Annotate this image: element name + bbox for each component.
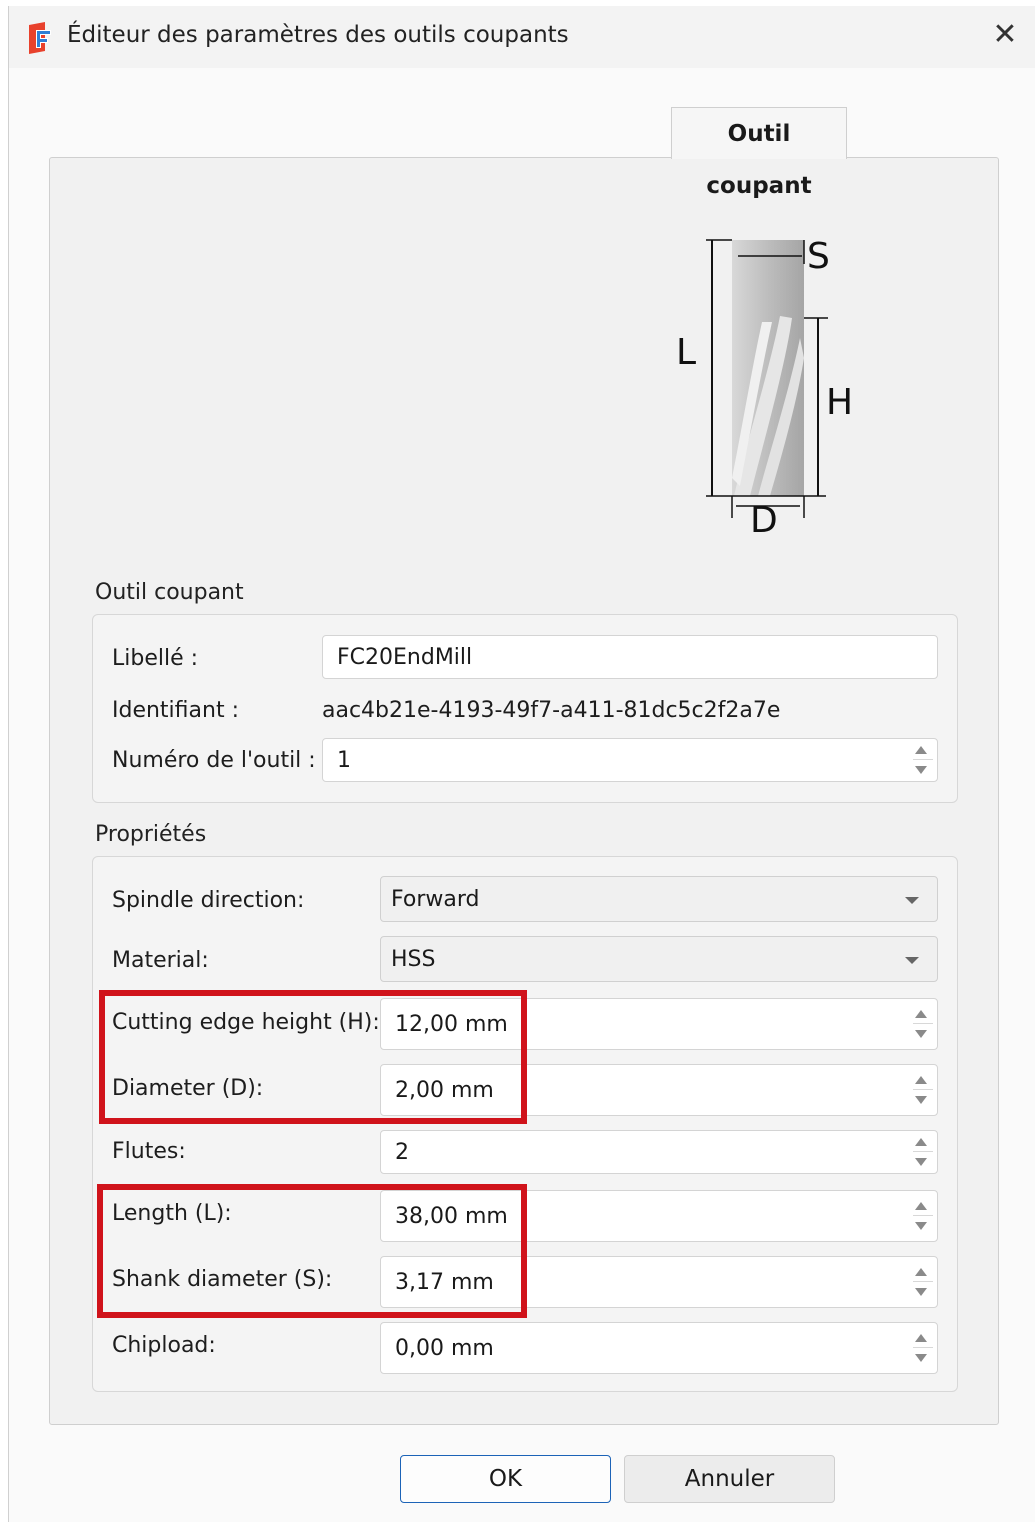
tool-group-title: Outil coupant [95, 580, 244, 605]
material-label: Material: [112, 948, 209, 973]
material-value: HSS [391, 947, 436, 972]
flutes-spinner[interactable] [913, 1135, 933, 1169]
chevron-down-icon [905, 897, 919, 904]
properties-group-title: Propriétés [95, 822, 207, 847]
cutting-edge-height-spinner[interactable] [913, 1007, 933, 1041]
end-mill-diagram: S L H D [676, 236, 853, 538]
length-input[interactable]: 38,00 mm [380, 1190, 938, 1242]
tool-number-value: 1 [337, 748, 351, 773]
length-spinner[interactable] [913, 1199, 933, 1233]
cutting-edge-height-value: 12,00 mm [395, 1012, 508, 1037]
diagram-label-s: S [807, 236, 830, 277]
diagram-label-l: L [676, 332, 696, 373]
material-select[interactable]: HSS [380, 936, 938, 982]
name-input[interactable]: FC20EndMill [322, 635, 938, 679]
tool-number-spinner[interactable] [913, 743, 933, 777]
length-value: 38,00 mm [395, 1204, 508, 1229]
id-value: aac4b21e-4193-49f7-a411-81dc5c2f2a7e [322, 698, 781, 723]
close-icon[interactable]: ✕ [988, 18, 1022, 52]
flutes-value: 2 [395, 1140, 409, 1165]
window-title: Éditeur des paramètres des outils coupan… [67, 22, 569, 48]
cancel-button[interactable]: Annuler [624, 1455, 835, 1503]
diameter-spinner[interactable] [913, 1073, 933, 1107]
diameter-value: 2,00 mm [395, 1078, 494, 1103]
shank-diameter-input[interactable]: 3,17 mm [380, 1256, 938, 1308]
dialog-window: Éditeur des paramètres des outils coupan… [8, 6, 1035, 1522]
shank-diameter-label: Shank diameter (S): [112, 1267, 333, 1292]
name-label: Libellé : [112, 646, 199, 671]
chipload-spinner[interactable] [913, 1331, 933, 1365]
flutes-label: Flutes: [112, 1139, 186, 1164]
chipload-label: Chipload: [112, 1333, 216, 1358]
chipload-value: 0,00 mm [395, 1336, 494, 1361]
shank-diameter-spinner[interactable] [913, 1265, 933, 1299]
tab-outil-coupant[interactable]: Outil coupant [671, 107, 847, 199]
spindle-direction-select[interactable]: Forward [380, 876, 938, 922]
flutes-input[interactable]: 2 [380, 1130, 938, 1174]
diagram-label-h: H [826, 382, 853, 423]
ok-button[interactable]: OK [400, 1455, 611, 1503]
diameter-input[interactable]: 2,00 mm [380, 1064, 938, 1116]
id-label: Identifiant : [112, 698, 239, 723]
cutting-edge-height-label: Cutting edge height (H): [112, 1010, 380, 1035]
shank-diameter-value: 3,17 mm [395, 1270, 494, 1295]
diagram-label-d: D [750, 500, 778, 538]
app-logo-icon [29, 22, 51, 54]
tab-panel: S L H D Outil coupant Libellé : FC20EndM… [49, 157, 999, 1425]
diameter-label: Diameter (D): [112, 1076, 264, 1101]
chevron-down-icon [905, 957, 919, 964]
spindle-direction-label: Spindle direction: [112, 888, 305, 913]
spindle-direction-value: Forward [391, 887, 480, 912]
tool-number-label: Numéro de l'outil : [112, 748, 316, 773]
chipload-input[interactable]: 0,00 mm [380, 1322, 938, 1374]
title-bar: Éditeur des paramètres des outils coupan… [9, 6, 1035, 68]
cutting-edge-height-input[interactable]: 12,00 mm [380, 998, 938, 1050]
tool-number-input[interactable]: 1 [322, 738, 938, 782]
length-label: Length (L): [112, 1201, 232, 1226]
